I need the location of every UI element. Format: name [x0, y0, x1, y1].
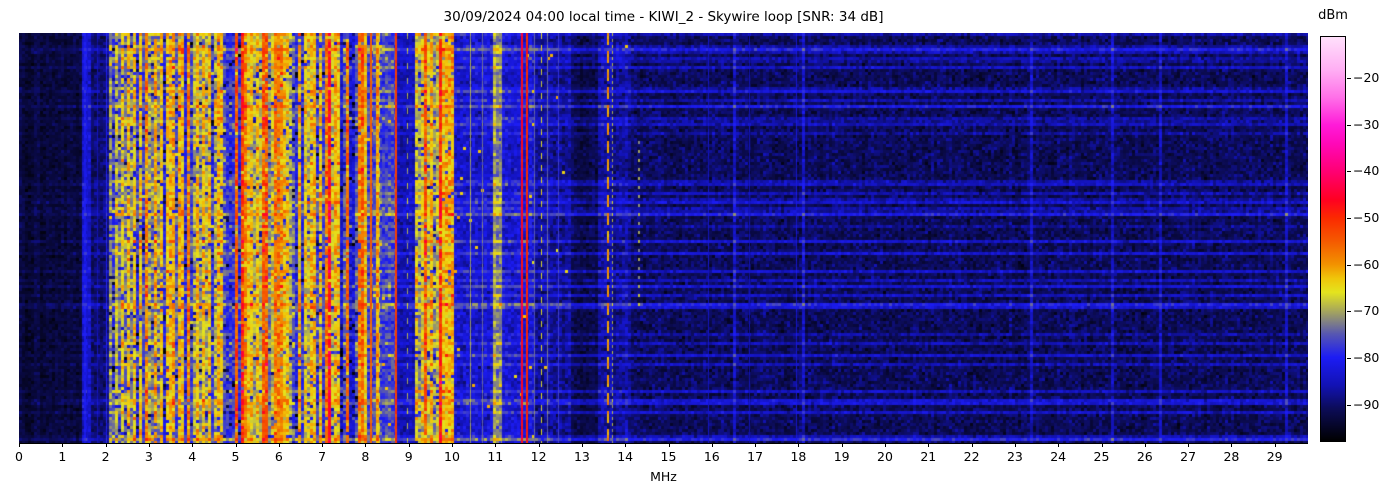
x-tick-label: 28 — [1223, 449, 1240, 464]
x-tick-mark — [538, 443, 540, 447]
colorbar-gradient — [1320, 36, 1346, 442]
colorbar-tick-mark — [1347, 171, 1351, 173]
x-tick-mark — [452, 443, 453, 447]
x-tick-label: 27 — [1180, 449, 1197, 464]
x-tick-label: 13 — [573, 449, 590, 464]
x-tick-label: 0 — [15, 449, 23, 464]
x-tick-mark — [971, 443, 973, 447]
x-tick-mark — [668, 443, 670, 447]
x-tick-label: 12 — [530, 449, 547, 464]
x-tick-mark — [19, 443, 20, 447]
x-tick-mark — [841, 443, 843, 447]
x-tick-mark — [885, 443, 886, 447]
colorbar-tick-mark — [1347, 264, 1351, 266]
x-tick-mark — [105, 443, 107, 447]
colorbar-tick-label: −30 — [1353, 116, 1380, 132]
colorbar-tick-mark — [1347, 124, 1351, 126]
x-tick-mark — [928, 443, 930, 447]
x-tick-label: 19 — [833, 449, 850, 464]
x-tick-label: 20 — [877, 449, 893, 464]
x-tick-label: 10 — [444, 449, 460, 464]
colorbar-tick-mark — [1347, 218, 1351, 219]
colorbar-tick-mark — [1347, 358, 1351, 359]
x-tick-mark — [1058, 443, 1060, 447]
x-tick-mark — [148, 443, 150, 447]
colorbar-tick-label: −80 — [1353, 350, 1380, 365]
x-tick-mark — [192, 443, 194, 447]
x-tick-label: 29 — [1266, 449, 1283, 464]
x-tick-label: 5 — [231, 449, 240, 464]
x-tick-mark — [625, 443, 627, 447]
x-tick-label: 7 — [318, 449, 327, 464]
x-tick-mark — [1274, 443, 1276, 447]
colorbar-tick-label: −90 — [1353, 396, 1380, 412]
x-tick-mark — [495, 443, 497, 447]
x-tick-label: 6 — [274, 449, 283, 464]
x-tick-label: 4 — [188, 449, 197, 464]
x-tick-mark — [235, 443, 237, 447]
x-tick-mark — [408, 443, 410, 447]
x-tick-mark — [365, 443, 367, 447]
colorbar-tick-label: −50 — [1353, 210, 1380, 225]
x-axis-spine — [19, 443, 1308, 444]
x-tick-label: 9 — [404, 449, 413, 464]
x-tick-label: 22 — [963, 449, 980, 464]
x-tick-label: 3 — [144, 449, 153, 464]
x-tick-mark — [1014, 443, 1016, 447]
waterfall-heatmap-canvas — [19, 33, 1308, 443]
x-tick-mark — [1231, 443, 1233, 447]
chart-title: 30/09/2024 04:00 local time - KIWI_2 - S… — [443, 9, 884, 25]
x-tick-mark — [1101, 443, 1103, 447]
x-axis-label: MHz — [650, 469, 677, 484]
x-tick-mark — [798, 443, 800, 447]
colorbar-tick-label: −60 — [1353, 256, 1380, 272]
x-tick-mark — [1144, 443, 1146, 447]
x-tick-mark — [755, 443, 757, 447]
colorbar-unit-label: dBm — [1318, 8, 1348, 23]
x-tick-label: 14 — [617, 449, 634, 464]
colorbar-tick-label: −40 — [1353, 163, 1380, 179]
x-tick-label: 11 — [487, 449, 504, 464]
x-tick-mark — [62, 443, 64, 447]
x-tick-label: 8 — [361, 449, 370, 464]
x-tick-label: 23 — [1006, 449, 1023, 464]
x-tick-mark — [581, 443, 583, 447]
x-tick-label: 24 — [1050, 449, 1067, 464]
x-tick-label: 2 — [101, 449, 110, 464]
colorbar-tick-label: −20 — [1353, 70, 1380, 85]
x-tick-label: 17 — [747, 449, 764, 464]
x-tick-label: 16 — [703, 449, 720, 464]
x-tick-mark — [711, 443, 713, 447]
x-tick-label: 25 — [1093, 449, 1110, 464]
colorbar-tick-mark — [1347, 404, 1351, 406]
x-tick-label: 26 — [1136, 449, 1153, 464]
x-tick-mark — [278, 443, 280, 447]
colorbar-tick-mark — [1347, 78, 1351, 79]
colorbar-tick-mark — [1347, 311, 1351, 313]
x-tick-mark — [1188, 443, 1190, 447]
x-tick-label: 21 — [920, 449, 937, 464]
spectrogram-figure: 30/09/2024 04:00 local time - KIWI_2 - S… — [0, 0, 1400, 500]
x-tick-label: 1 — [58, 449, 67, 464]
colorbar-tick-label: −70 — [1353, 303, 1380, 319]
x-tick-mark — [322, 443, 324, 447]
x-tick-label: 18 — [790, 449, 807, 464]
x-tick-label: 15 — [660, 449, 677, 464]
